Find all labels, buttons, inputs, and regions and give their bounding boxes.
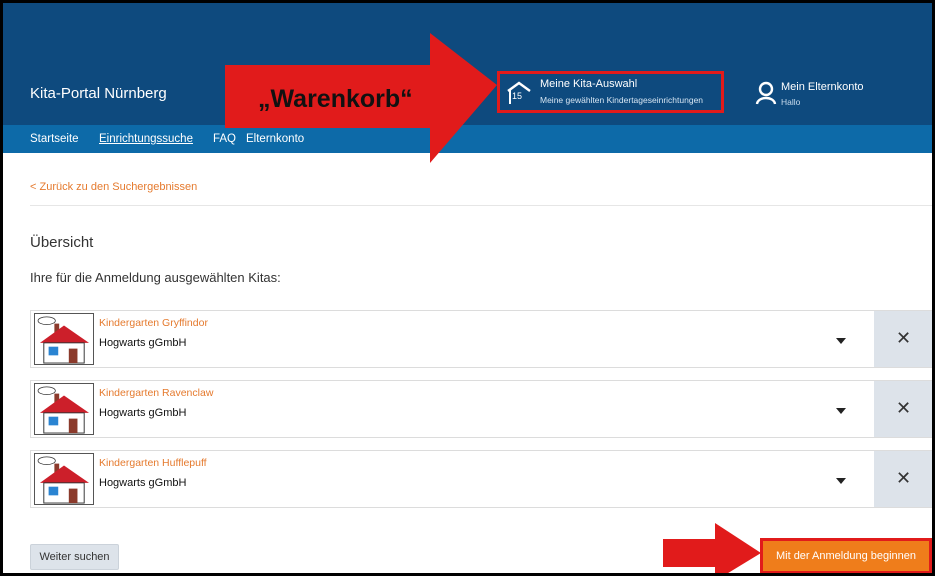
cart-title: Meine Kita-Auswahl — [540, 78, 638, 90]
remove-kita-button[interactable]: ✕ — [874, 451, 932, 507]
intro-text: Ihre für die Anmeldung ausgewählten Kita… — [30, 270, 281, 285]
annotation-arrow-small — [663, 523, 761, 573]
kita-organization: Hogwarts gGmbH — [99, 407, 187, 419]
browser-viewport: Kita-Portal Nürnberg 15 Meine Kita-Auswa… — [0, 0, 935, 576]
kita-card: Kindergarten Hufflepuff Hogwarts gGmbH ✕ — [30, 450, 932, 508]
close-icon: ✕ — [896, 328, 912, 348]
user-icon[interactable] — [755, 81, 777, 105]
page-title: Übersicht — [30, 234, 94, 251]
kita-name[interactable]: Kindergarten Gryffindor — [99, 317, 208, 329]
expand-caret-icon[interactable] — [836, 478, 846, 484]
back-to-results-link[interactable]: < Zurück zu den Suchergebnissen — [30, 181, 197, 193]
kita-organization: Hogwarts gGmbH — [99, 337, 187, 349]
cart-subtitle: Meine gewählten Kindertageseinrichtungen — [540, 95, 704, 105]
expand-caret-icon[interactable] — [836, 408, 846, 414]
kita-name[interactable]: Kindergarten Ravenclaw — [99, 387, 213, 399]
annotation-label: „Warenkorb“ — [258, 85, 413, 113]
expand-caret-icon[interactable] — [836, 338, 846, 344]
account-title[interactable]: Mein Elternkonto — [781, 81, 864, 93]
kindergarten-house-icon — [34, 313, 94, 365]
kindergarten-house-icon — [34, 383, 94, 435]
nav-item-einrichtungssuche[interactable]: Einrichtungssuche — [99, 133, 193, 145]
kita-organization: Hogwarts gGmbH — [99, 477, 187, 489]
account-greeting: Hallo — [781, 97, 801, 107]
kita-name[interactable]: Kindergarten Hufflepuff — [99, 457, 207, 469]
search-more-button[interactable]: Weiter suchen — [30, 544, 119, 570]
divider — [30, 205, 932, 206]
start-registration-button[interactable]: Mit der Anmeldung beginnen — [760, 538, 932, 573]
remove-kita-button[interactable]: ✕ — [874, 311, 932, 367]
close-icon: ✕ — [896, 398, 912, 418]
kita-card: Kindergarten Ravenclaw Hogwarts gGmbH ✕ — [30, 380, 932, 438]
my-kita-selection-button[interactable]: 15 Meine Kita-Auswahl Meine gewählten Ki… — [497, 71, 724, 113]
kita-card: Kindergarten Gryffindor Hogwarts gGmbH ✕ — [30, 310, 932, 368]
kindergarten-house-icon — [34, 453, 94, 505]
cart-count: 15 — [512, 91, 523, 101]
nav-item-startseite[interactable]: Startseite — [30, 133, 79, 145]
remove-kita-button[interactable]: ✕ — [874, 381, 932, 437]
close-icon: ✕ — [896, 468, 912, 488]
site-brand[interactable]: Kita-Portal Nürnberg — [30, 85, 167, 102]
